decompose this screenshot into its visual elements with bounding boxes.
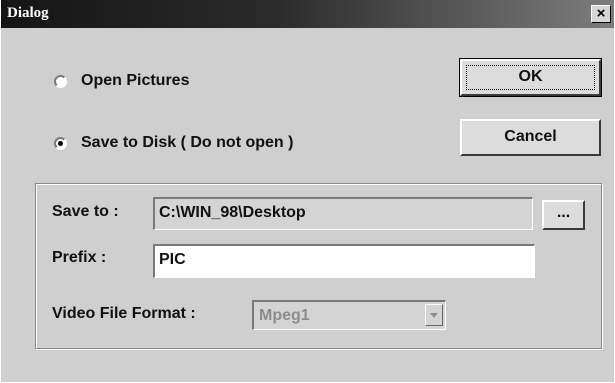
browse-button[interactable]: ...: [542, 200, 585, 230]
prefix-value: PIC: [159, 251, 186, 268]
browse-button-label: ...: [556, 204, 571, 221]
dialog-window: Dialog × Open Pictures Save to Disk ( Do…: [0, 0, 614, 382]
open-pictures-radio[interactable]: [54, 74, 67, 88]
close-button[interactable]: ×: [591, 5, 611, 23]
option-open-pictures[interactable]: Open Pictures: [54, 72, 189, 90]
chevron-down-icon[interactable]: [425, 304, 443, 326]
video-format-label: Video File Format :: [52, 305, 196, 322]
prefix-input[interactable]: PIC: [153, 244, 535, 278]
cancel-button-label: Cancel: [504, 128, 557, 145]
save-to-label: Save to :: [52, 203, 119, 220]
option-save-to-disk[interactable]: Save to Disk ( Do not open ): [54, 134, 293, 152]
ok-button-label: OK: [518, 68, 543, 85]
video-format-select[interactable]: Mpeg1: [252, 300, 446, 330]
video-format-value: Mpeg1: [259, 307, 310, 324]
ok-button[interactable]: OK: [459, 58, 602, 97]
close-icon: ×: [596, 5, 606, 22]
prefix-label: Prefix :: [52, 249, 107, 266]
save-to-value: C:\WIN_98\Desktop: [159, 204, 306, 221]
save-to-disk-label: Save to Disk ( Do not open ): [81, 134, 294, 151]
cancel-button[interactable]: Cancel: [460, 119, 601, 156]
save-to-field[interactable]: C:\WIN_98\Desktop: [153, 197, 533, 230]
save-to-disk-radio[interactable]: [54, 136, 67, 150]
title-bar[interactable]: Dialog ×: [1, 0, 614, 28]
open-pictures-label: Open Pictures: [81, 72, 190, 89]
window-title: Dialog: [7, 5, 49, 21]
